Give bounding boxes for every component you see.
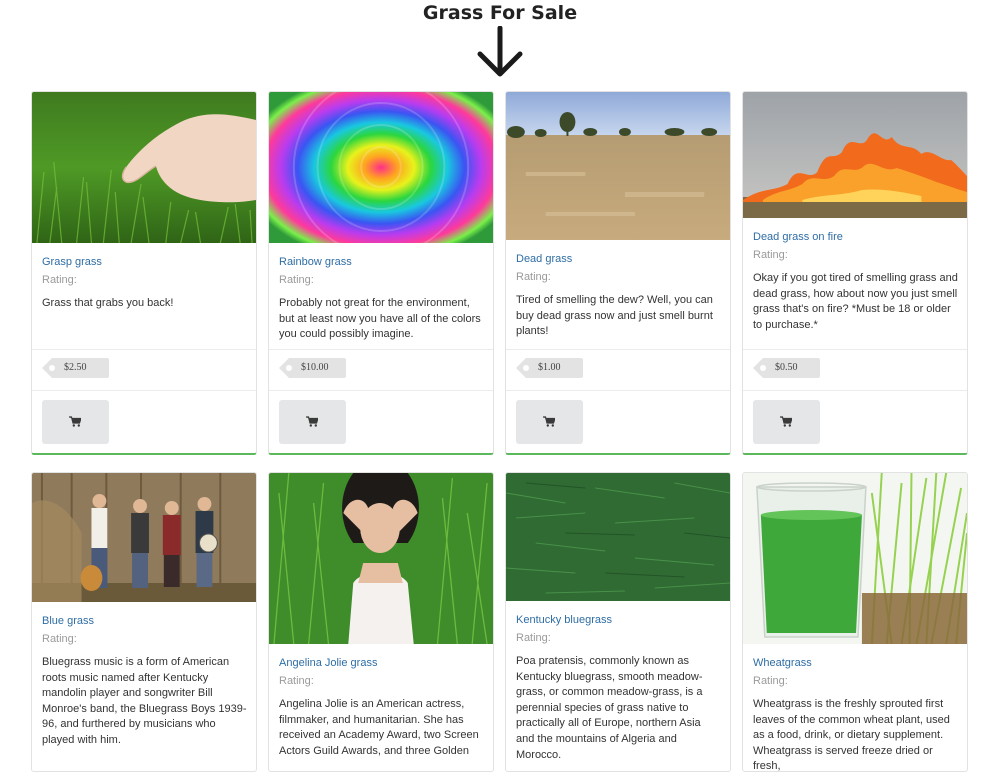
price-row: $10.00 bbox=[269, 349, 493, 390]
product-description: Poa pratensis, commonly known as Kentuck… bbox=[516, 655, 703, 761]
page-title: Grass For Sale bbox=[422, 2, 578, 24]
product-image[interactable] bbox=[506, 473, 730, 601]
product-name-link[interactable]: Wheatgrass bbox=[753, 656, 959, 670]
product-price: $10.00 bbox=[301, 362, 329, 373]
add-to-cart-button[interactable] bbox=[753, 400, 820, 444]
cart-icon bbox=[543, 416, 555, 427]
product-name-link[interactable]: Dead grass on fire bbox=[753, 230, 959, 244]
add-to-cart-button[interactable] bbox=[516, 400, 583, 444]
product-card: Wheatgrass Rating: Wheatgrass is the fre… bbox=[742, 472, 968, 772]
price-row: $2.50 bbox=[32, 349, 256, 390]
price-tag-icon: $1.00 bbox=[516, 358, 583, 378]
product-card: Blue grass Rating: Bluegrass music is a … bbox=[31, 472, 257, 772]
price-row: $1.00 bbox=[506, 349, 730, 390]
cart-row bbox=[32, 390, 256, 453]
price-tag-icon: $10.00 bbox=[279, 358, 346, 378]
product-name-link[interactable]: Rainbow grass bbox=[279, 255, 485, 269]
product-price: $0.50 bbox=[775, 362, 798, 373]
product-image[interactable] bbox=[32, 473, 256, 602]
cart-icon bbox=[69, 416, 81, 427]
price-tag-hole bbox=[523, 365, 529, 371]
product-card: Grasp grass Rating: Grass that grabs you… bbox=[31, 91, 257, 455]
add-to-cart-button[interactable] bbox=[279, 400, 346, 444]
cart-row bbox=[506, 390, 730, 453]
price-tag-icon: $0.50 bbox=[753, 358, 820, 378]
product-card: Angelina Jolie grass Rating: Angelina Jo… bbox=[268, 472, 494, 772]
product-image[interactable] bbox=[743, 473, 967, 644]
price-tag-icon: $2.50 bbox=[42, 358, 109, 378]
product-image[interactable] bbox=[269, 92, 493, 243]
rating-label: Rating: bbox=[516, 271, 551, 283]
price-row: $0.50 bbox=[743, 349, 967, 390]
product-price: $1.00 bbox=[538, 362, 561, 373]
price-tag-hole bbox=[49, 365, 55, 371]
product-description: Grass that grabs you back! bbox=[42, 297, 174, 309]
cart-row bbox=[269, 390, 493, 453]
product-card: Dead grass on fire Rating: Okay if you g… bbox=[742, 91, 968, 455]
product-image[interactable] bbox=[269, 473, 493, 644]
product-description: Wheatgrass is the freshly sprouted first… bbox=[753, 698, 950, 772]
product-name-link[interactable]: Angelina Jolie grass bbox=[279, 656, 485, 670]
cart-row bbox=[743, 390, 967, 453]
rating-label: Rating: bbox=[42, 633, 77, 645]
product-image[interactable] bbox=[32, 92, 256, 243]
product-description: Tired of smelling the dew? Well, you can… bbox=[516, 294, 713, 338]
product-description: Okay if you got tired of smelling grass … bbox=[753, 272, 958, 331]
product-name-link[interactable]: Blue grass bbox=[42, 614, 248, 628]
product-description: Probably not great for the environment, … bbox=[279, 297, 481, 341]
cart-icon bbox=[306, 416, 318, 427]
product-price: $2.50 bbox=[64, 362, 87, 373]
product-image[interactable] bbox=[506, 92, 730, 240]
product-description: Angelina Jolie is an American actress, f… bbox=[279, 698, 479, 757]
product-description: Bluegrass music is a form of American ro… bbox=[42, 656, 247, 746]
arrow-down-icon bbox=[477, 26, 523, 77]
add-to-cart-button[interactable] bbox=[42, 400, 109, 444]
product-card: Kentucky bluegrass Rating: Poa pratensis… bbox=[505, 472, 731, 772]
rating-label: Rating: bbox=[516, 632, 551, 644]
rating-label: Rating: bbox=[42, 274, 77, 286]
rating-label: Rating: bbox=[279, 675, 314, 687]
rating-label: Rating: bbox=[279, 274, 314, 286]
product-name-link[interactable]: Grasp grass bbox=[42, 255, 248, 269]
product-card: Dead grass Rating: Tired of smelling the… bbox=[505, 91, 731, 455]
product-name-link[interactable]: Dead grass bbox=[516, 252, 722, 266]
rating-label: Rating: bbox=[753, 675, 788, 687]
price-tag-hole bbox=[760, 365, 766, 371]
price-tag-hole bbox=[286, 365, 292, 371]
product-image[interactable] bbox=[743, 92, 967, 218]
rating-label: Rating: bbox=[753, 249, 788, 261]
product-card: Rainbow grass Rating: Probably not great… bbox=[268, 91, 494, 455]
cart-icon bbox=[780, 416, 792, 427]
product-name-link[interactable]: Kentucky bluegrass bbox=[516, 613, 722, 627]
